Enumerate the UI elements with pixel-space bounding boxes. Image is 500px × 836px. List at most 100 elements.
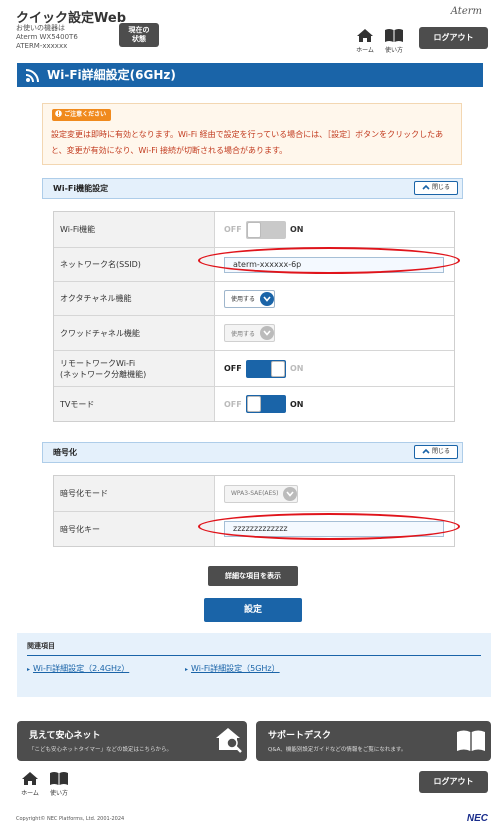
home-icon <box>357 29 373 42</box>
page-title-bar: Wi-Fi詳細設定(6GHz) <box>17 63 483 87</box>
apply-button[interactable]: 設定 <box>204 598 302 622</box>
home-label: ホーム <box>356 47 374 54</box>
row-label: クワッドチャネル機能 <box>54 316 215 350</box>
select-dropdown[interactable]: WPA3-SAE(AES) <box>224 484 299 503</box>
select-value: 使用する <box>231 296 256 303</box>
row-label: 暗号化キー <box>54 512 215 546</box>
toggle-off-label: OFF <box>224 364 242 373</box>
encryption-section-close-button[interactable]: 閉じる <box>414 445 458 459</box>
encryption-section-header: 暗号化 閉じる <box>42 442 463 463</box>
toggle-track[interactable] <box>246 220 286 239</box>
related-title: 関連項目 <box>27 642 55 650</box>
banner-subtitle: Q&A、機能別設定ガイドなどの情報をご覧になれます。 <box>268 747 407 753</box>
manual-label: 使い方 <box>49 790 68 797</box>
wifi-section-header: Wi-Fi機能設定 閉じる <box>42 178 463 199</box>
row-value: 使用する <box>216 316 454 350</box>
settings-row: クワッドチャネル機能 使用する <box>54 315 454 350</box>
home-icon <box>22 772 38 785</box>
row-value: zzzzzzzzzzzzz <box>216 512 454 546</box>
select-dropdown[interactable]: 使用する <box>224 289 276 308</box>
select-value: 使用する <box>231 330 256 338</box>
chevron-down-icon <box>260 326 275 340</box>
row-value: aterm-xxxxxx-6p <box>216 248 454 281</box>
related-link-label: Wi-Fi詳細設定（2.4GHz） <box>33 664 130 673</box>
book-icon <box>50 772 68 785</box>
related-link-label: Wi-Fi詳細設定（5GHz） <box>191 664 280 673</box>
caution-badge: ご注意ください <box>52 109 112 121</box>
wifi-settings-table: Wi-Fi機能 OFF ON ネットワーク名(SSID) aterm-xxxxxx-6p… <box>53 211 455 422</box>
device-info: お使いの機器は Aterm WX5400T6 ATERM-xxxxxx <box>16 24 78 51</box>
row-label: オクタチャネル機能 <box>54 282 215 315</box>
close-label: 閉じる <box>431 184 450 191</box>
text-input[interactable]: zzzzzzzzzzzzz <box>224 521 444 537</box>
chevron-down-icon <box>283 486 298 501</box>
warning-icon <box>55 110 62 117</box>
toggle-knob[interactable] <box>271 360 285 377</box>
book-icon <box>457 730 485 751</box>
logout-button[interactable]: ログアウト <box>419 27 488 49</box>
settings-row: 暗号化モード WPA3-SAE(AES) <box>54 476 454 511</box>
row-label: Wi-Fi機能 <box>54 212 215 247</box>
footer-logout-button[interactable]: ログアウト <box>419 771 488 793</box>
caution-box: ご注意ください 設定変更は即時に有効となります。Wi-Fi 経由で設定を行ってい… <box>42 103 462 165</box>
copyright: Copyright© NEC Platforms, Ltd. 2001-2024 <box>16 816 125 822</box>
nec-logo: NEC <box>466 813 488 824</box>
toggle-knob[interactable] <box>247 221 261 238</box>
select-dropdown[interactable]: 使用する <box>224 324 276 342</box>
toggle-on-label: ON <box>290 225 304 234</box>
show-details-button[interactable]: 詳細な項目を表示 <box>208 566 298 586</box>
settings-row: 暗号化キー zzzzzzzzzzzzz <box>54 511 454 546</box>
wifi-section-close-button[interactable]: 閉じる <box>414 181 458 195</box>
caution-badge-label: ご注意ください <box>64 111 107 118</box>
toggle-on-label: ON <box>290 399 304 409</box>
footer-home-button[interactable]: ホーム <box>17 771 43 797</box>
row-value: OFF ON <box>216 387 454 421</box>
related-link-2-4ghz[interactable]: ▸ Wi-Fi詳細設定（2.4GHz） <box>27 663 129 674</box>
row-label: TVモード <box>54 387 215 421</box>
toggle-knob[interactable] <box>247 396 261 412</box>
toggle-switch[interactable]: OFF ON <box>224 395 308 413</box>
settings-row: Wi-Fi機能 OFF ON <box>54 212 454 247</box>
banner-title: サポートデスク <box>268 731 332 741</box>
related-divider <box>27 655 481 656</box>
home-button[interactable]: ホーム <box>352 28 378 54</box>
book-icon <box>385 29 403 42</box>
arrow-right-icon: ▸ <box>185 666 189 673</box>
settings-row: リモートワークWi-Fi (ネットワーク分離機能) OFF ON <box>54 350 454 386</box>
toggle-track[interactable] <box>246 395 286 413</box>
toggle-off-label: OFF <box>224 225 242 234</box>
close-label: 閉じる <box>431 448 450 455</box>
support-desk-banner[interactable]: サポートデスク Q&A、機能別設定ガイドなどの情報をご覧になれます。 <box>256 721 491 761</box>
mieru-anshin-net-banner[interactable]: 見えて安心ネット 「こども安心ネットタイマー」などの設定はこちらから。 <box>17 721 247 761</box>
device-label: お使いの機器は <box>16 24 65 32</box>
related-link-5ghz[interactable]: ▸ Wi-Fi詳細設定（5GHz） <box>185 663 280 674</box>
home-label: ホーム <box>21 790 39 797</box>
text-input[interactable]: aterm-xxxxxx-6p <box>224 256 444 273</box>
encryption-section-title: 暗号化 <box>53 448 77 457</box>
row-value: OFF ON <box>216 351 454 386</box>
toggle-on-label: ON <box>290 364 304 373</box>
manual-label: 使い方 <box>384 47 403 54</box>
toggle-switch[interactable]: OFF ON <box>224 220 308 239</box>
row-value: WPA3-SAE(AES) <box>216 476 454 511</box>
row-value: 使用する <box>216 282 454 315</box>
wifi-section-title: Wi-Fi機能設定 <box>53 184 109 193</box>
toggle-track[interactable] <box>246 359 286 378</box>
chevron-up-icon <box>422 448 430 454</box>
house-search-icon <box>216 728 242 753</box>
banner-title: 見えて安心ネット <box>29 731 101 741</box>
current-status-button[interactable]: 現在の 状態 <box>119 23 159 47</box>
row-label: 暗号化モード <box>54 476 215 511</box>
settings-row: オクタチャネル機能 使用する <box>54 281 454 315</box>
page-title: Wi-Fi詳細設定(6GHz) <box>47 68 176 82</box>
toggle-off-label: OFF <box>224 399 242 409</box>
device-name: ATERM-xxxxxx <box>16 42 68 50</box>
aterm-logo: Aterm <box>450 6 482 17</box>
encryption-settings-table: 暗号化モード WPA3-SAE(AES) 暗号化キー zzzzzzzzzzzzz <box>53 475 455 547</box>
banner-subtitle: 「こども安心ネットタイマー」などの設定はこちらから。 <box>29 747 173 753</box>
toggle-switch[interactable]: OFF ON <box>224 359 308 378</box>
device-model: Aterm WX5400T6 <box>16 33 78 41</box>
footer-manual-button[interactable]: 使い方 <box>46 771 72 797</box>
caution-text: 設定変更は即時に有効となります。Wi-Fi 経由で設定を行っている場合には、［設… <box>51 130 444 155</box>
manual-button[interactable]: 使い方 <box>381 28 407 54</box>
